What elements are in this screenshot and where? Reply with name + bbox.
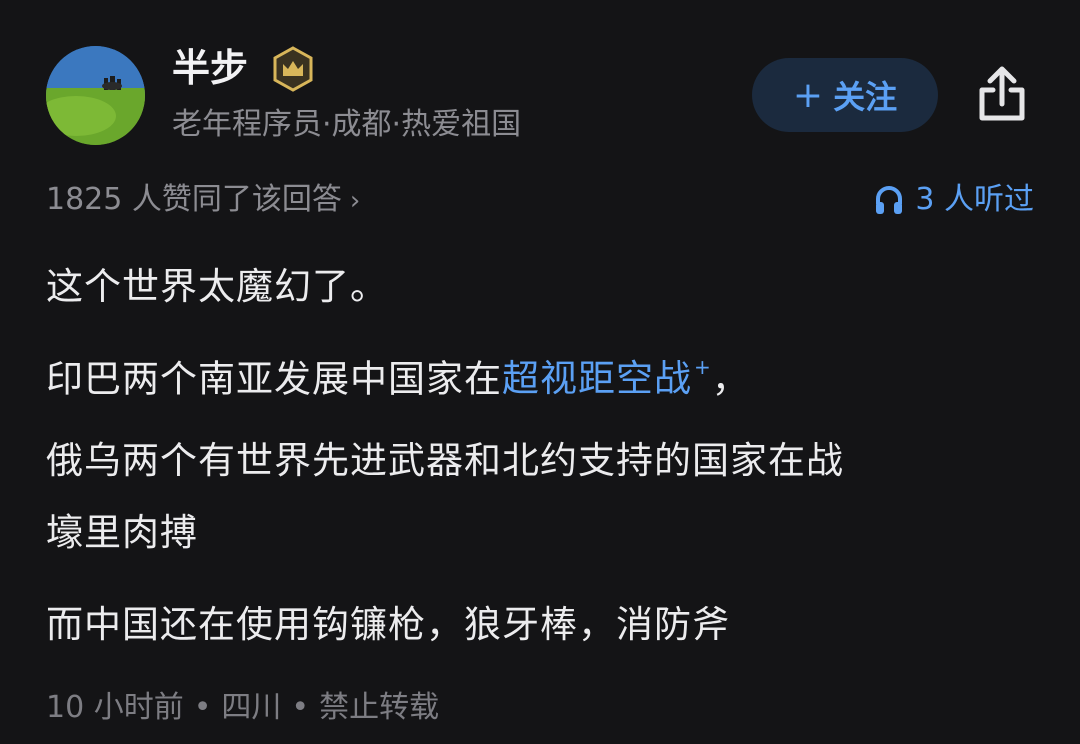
keyword-link[interactable]: 超视距空战 + <box>502 355 712 401</box>
answer-meta: 10 小时前 • 四川 • 禁止转载 <box>46 688 439 728</box>
repost-policy: 禁止转载 <box>319 690 440 725</box>
answer-paragraph-1: 这个世界太魔幻了。 <box>46 265 388 308</box>
post-location: 四川 <box>221 690 282 725</box>
answer-text: ， <box>711 357 750 401</box>
answer-paragraph-2: 印巴两个南亚发展中国家在超视距空战 +， <box>46 348 1036 402</box>
share-icon[interactable] <box>974 64 1030 124</box>
post-time: 10 小时前 <box>46 690 184 725</box>
answer-text: 印巴两个南亚发展中国家在 <box>46 357 502 401</box>
answer-paragraph-4: 而中国还在使用钩镰枪，狼牙棒，消防斧 <box>46 603 730 646</box>
separator: • <box>193 690 212 725</box>
answer-paragraph-3: 俄乌两个有世界先进武器和北约支持的国家在战 壕里肉搏 <box>46 438 1036 556</box>
plus-icon: + <box>792 74 824 116</box>
answer-line: 壕里肉搏 <box>46 511 198 554</box>
chevron-right-icon: › <box>349 186 361 216</box>
answer-line: 俄乌两个有世界先进武器和北约支持的国家在战 <box>46 439 844 482</box>
follow-label: 关注 <box>833 78 898 116</box>
keyword-link-label: 超视距空战 <box>502 357 692 401</box>
crown-badge-icon <box>273 46 313 92</box>
follow-button[interactable]: + 关注 <box>752 58 938 132</box>
sparkle-icon: + <box>694 355 712 379</box>
author-description: 老年程序员·成都·热爱祖国 <box>172 107 522 142</box>
headphones-icon <box>876 186 903 214</box>
listen-count[interactable]: 3 人听过 <box>873 180 1034 220</box>
avatar[interactable] <box>46 46 145 145</box>
separator: • <box>291 690 310 725</box>
author-name[interactable]: 半步 <box>172 46 248 90</box>
avatar-landscape-icon <box>46 46 145 145</box>
likes-link[interactable]: 1825 人赞同了该回答 › <box>46 180 360 221</box>
listen-text: 3 人听过 <box>915 182 1034 217</box>
likes-text: 1825 人赞同了该回答 <box>46 182 342 217</box>
